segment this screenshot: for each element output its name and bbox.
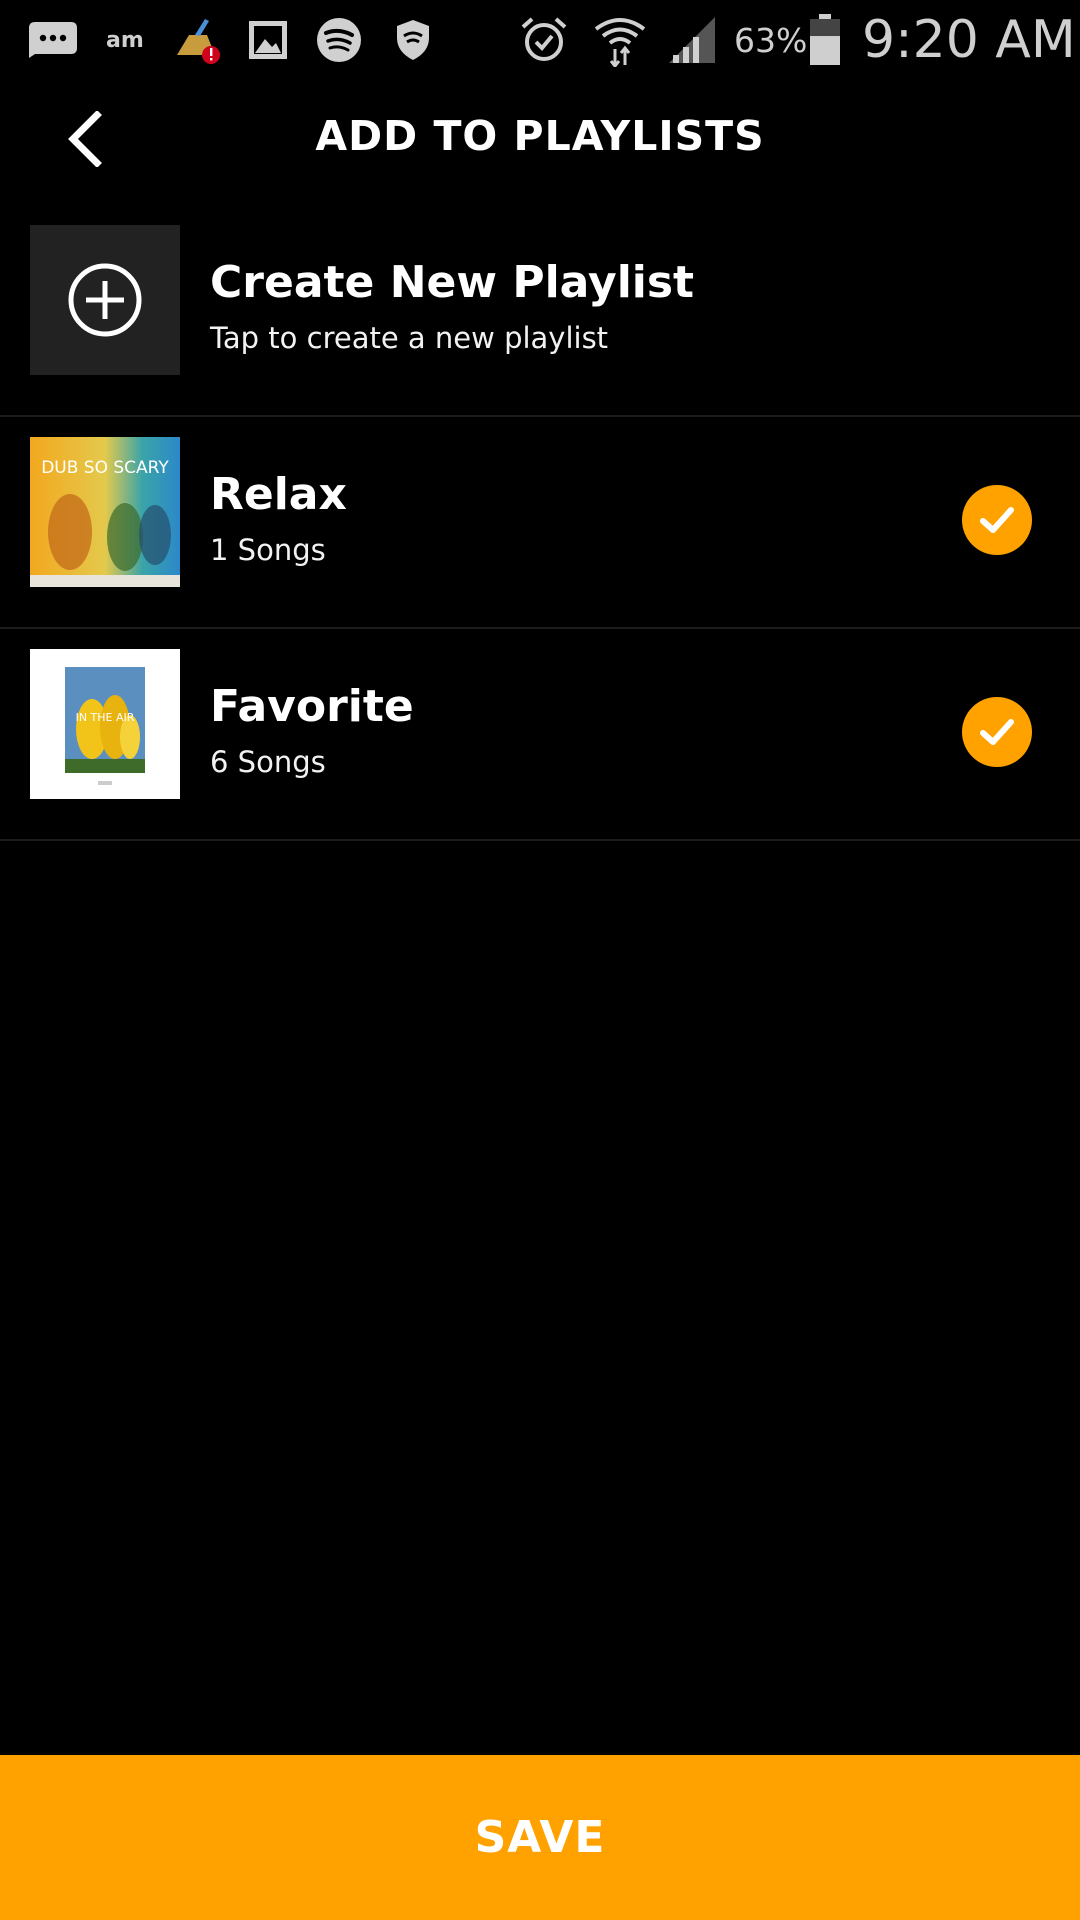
playlist-list: Create New Playlist Tap to create a new … [0, 205, 1080, 841]
selected-checkbox[interactable] [962, 697, 1032, 767]
messages-icon [26, 12, 80, 68]
create-new-playlist-row[interactable]: Create New Playlist Tap to create a new … [0, 205, 1080, 417]
album-art-dub-so-scary: DUB SO SCARY [30, 437, 180, 587]
playlist-name: Relax [210, 469, 347, 520]
playlist-song-count: 6 Songs [210, 745, 326, 779]
album-art-text: IN THE AIR [76, 711, 135, 724]
battery-icon [808, 12, 842, 68]
alarm-icon [518, 12, 570, 68]
gallery-icon [246, 12, 290, 68]
plus-circle-icon [68, 263, 142, 337]
am-icon: am [106, 27, 144, 53]
check-icon [980, 719, 1014, 745]
check-icon [980, 507, 1014, 533]
shield-icon [390, 12, 436, 68]
cleaner-alert-icon [170, 12, 222, 68]
playlist-artwork: IN THE AIR [30, 649, 180, 799]
signal-icon [666, 12, 718, 68]
status-bar: am 63% 9:20 AM [0, 0, 1080, 80]
page-title: ADD TO PLAYLISTS [315, 112, 765, 160]
create-playlist-subtitle: Tap to create a new playlist [210, 321, 609, 355]
spotify-icon [314, 12, 364, 68]
wifi-icon [592, 12, 648, 68]
playlist-row-relax[interactable]: DUB SO SCARY Relax 1 Songs [0, 417, 1080, 629]
create-playlist-tile [30, 225, 180, 375]
playlist-name: Favorite [210, 681, 414, 732]
save-button[interactable]: SAVE [0, 1755, 1080, 1920]
battery-percent: 63% [734, 20, 808, 60]
playlist-song-count: 1 Songs [210, 533, 326, 567]
album-art-in-the-air: IN THE AIR [30, 649, 180, 799]
playlist-artwork: DUB SO SCARY [30, 437, 180, 587]
create-playlist-title: Create New Playlist [210, 257, 695, 308]
clock: 9:20 AM [862, 10, 1076, 70]
selected-checkbox[interactable] [962, 485, 1032, 555]
album-art-text: DUB SO SCARY [41, 458, 169, 478]
playlist-row-favorite[interactable]: IN THE AIR Favorite 6 Songs [0, 629, 1080, 841]
app-header: ADD TO PLAYLISTS [0, 80, 1080, 192]
